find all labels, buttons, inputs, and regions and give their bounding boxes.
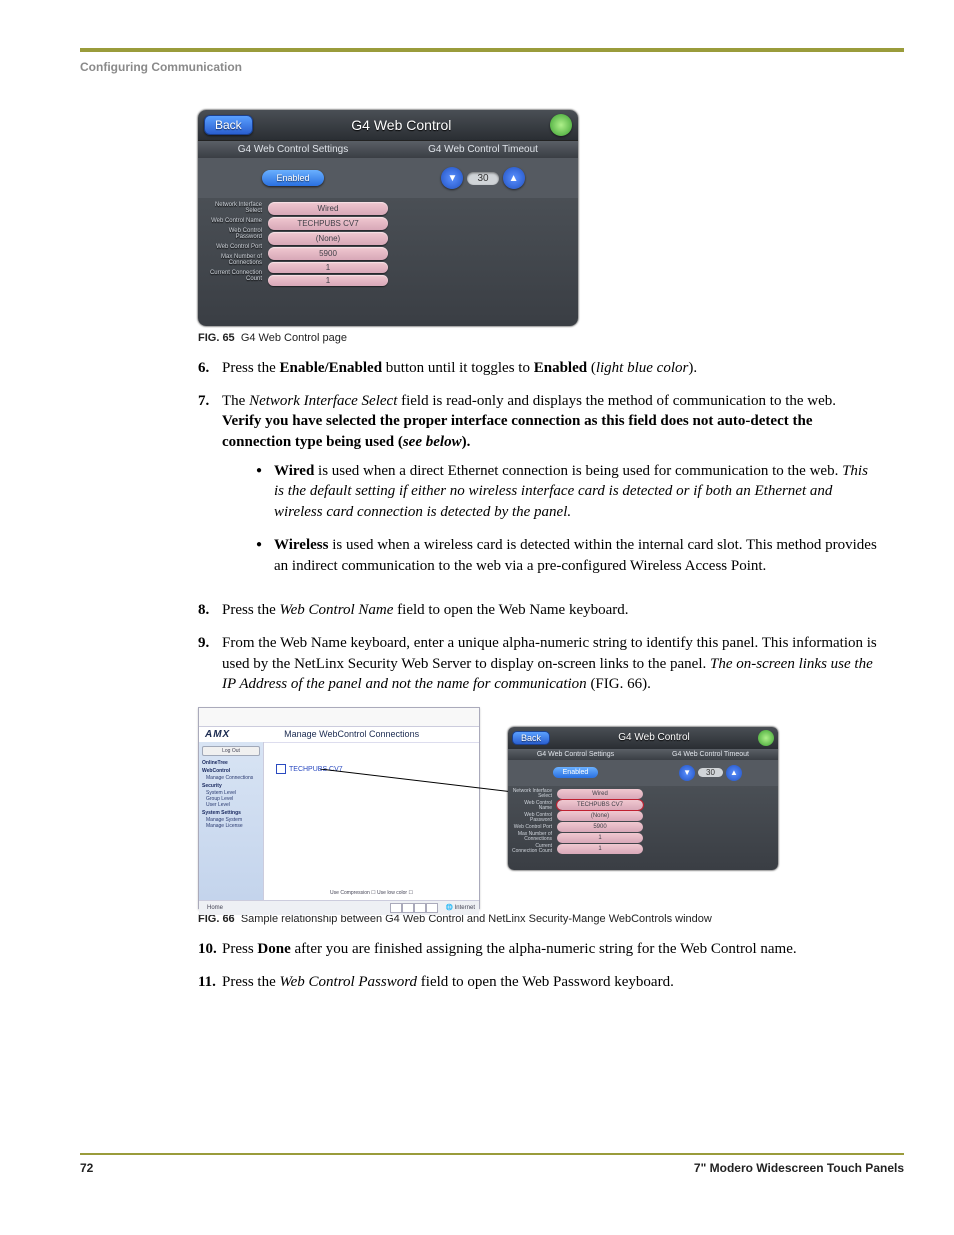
timeout-value: 30: [467, 172, 498, 185]
header-rule: [80, 48, 904, 52]
amx-logo-text: AMX: [205, 729, 230, 740]
nav-item-user-level[interactable]: User Level: [206, 802, 260, 808]
field-current-connections: 1: [268, 275, 388, 286]
compression-options[interactable]: Use Compression ☐ Use low color ☐: [264, 890, 479, 896]
mini-amx-logo-icon: [758, 730, 774, 746]
mini-field-max[interactable]: 1: [557, 833, 643, 843]
fig65-fields: Wired TECHPUBS CV7 (None) 5900 1 1: [264, 198, 392, 326]
status-cells: [390, 903, 438, 913]
nav-item-manage-license[interactable]: Manage License: [206, 823, 260, 829]
enabled-button[interactable]: Enabled: [262, 170, 323, 186]
nav-group-webcontrol[interactable]: WebControl: [202, 768, 260, 774]
mini-timeout-value: 30: [698, 768, 723, 777]
fig65-titlebar: Back G4 Web Control: [198, 110, 578, 140]
step-11: 11. Press the Web Control Password field…: [198, 972, 878, 993]
mini-back-button[interactable]: Back: [512, 731, 550, 745]
label-web-control-name: Web Control Name: [202, 218, 262, 224]
section-header: Configuring Communication: [80, 60, 242, 74]
step-8: 8. Press the Web Control Name field to o…: [198, 600, 878, 621]
back-button[interactable]: Back: [204, 115, 253, 135]
status-home: Home: [207, 905, 223, 911]
fig65-body: Network Interface Select Web Control Nam…: [198, 198, 578, 326]
nav-group-security[interactable]: Security: [202, 783, 260, 789]
fig65-tabs: G4 Web Control Settings G4 Web Control T…: [198, 140, 578, 158]
fig65-caption: FIG. 65 G4 Web Control page: [198, 332, 878, 344]
mini-field-port[interactable]: 5900: [557, 822, 643, 832]
tab-timeout[interactable]: G4 Web Control Timeout: [388, 140, 578, 158]
nav-group-system[interactable]: System Settings: [202, 810, 260, 816]
label-web-control-password: Web Control Password: [202, 228, 262, 240]
mini-field-name[interactable]: TECHPUBS CV7: [557, 800, 643, 810]
fig65-panel: Back G4 Web Control G4 Web Control Setti…: [198, 110, 578, 326]
fig66-composite: AMX Manage WebControl Connections Log Ou…: [198, 707, 778, 907]
label-network-interface: Network Interface Select: [202, 202, 262, 214]
mini-timeout-increase[interactable]: ▲: [726, 765, 742, 781]
label-max-connections: Max Number of Connections: [202, 254, 262, 266]
mini-tab-timeout[interactable]: G4 Web Control Timeout: [643, 749, 778, 760]
amx-logo-icon: [550, 114, 572, 136]
step-7: 7. The Network Interface Select field is…: [198, 391, 878, 589]
amx-pane: TECHPUBS CV7 Use Compression ☐ Use low c…: [263, 742, 479, 900]
status-internet: 🌐 Internet: [446, 904, 476, 911]
footer-doc-title: 7" Modero Widescreen Touch Panels: [694, 1161, 904, 1175]
mini-timeout-decrease[interactable]: ▼: [679, 765, 695, 781]
mini-field-current: 1: [557, 844, 643, 854]
fig65-labels: Network Interface Select Web Control Nam…: [198, 198, 264, 326]
nav-item-manage-connections[interactable]: Manage Connections: [206, 775, 260, 781]
timeout-decrease-button[interactable]: ▼: [441, 167, 463, 189]
bullet-wired: Wired is used when a direct Ethernet con…: [256, 461, 878, 523]
logout-button[interactable]: Log Out: [202, 746, 260, 756]
mini-enabled-button[interactable]: Enabled: [553, 767, 599, 778]
field-web-control-name[interactable]: TECHPUBS CV7: [268, 217, 388, 230]
steps-list: 6. Press the Enable/Enabled button until…: [198, 358, 878, 695]
step-10: 10. Press Done after you are finished as…: [198, 939, 878, 960]
steps-list-2: 10. Press Done after you are finished as…: [198, 939, 878, 992]
field-web-control-password[interactable]: (None): [268, 232, 388, 245]
mini-field-interface: Wired: [557, 789, 643, 799]
field-web-control-port[interactable]: 5900: [268, 247, 388, 260]
amx-statusbar: Home 🌐 Internet: [199, 900, 479, 915]
amx-title: Manage WebControl Connections: [230, 729, 473, 739]
mini-title: G4 Web Control: [550, 732, 758, 743]
tab-settings[interactable]: G4 Web Control Settings: [198, 140, 388, 158]
page: { "header": { "section": "Configuring Co…: [0, 0, 954, 1235]
page-number: 72: [80, 1161, 93, 1175]
main-content: Back G4 Web Control G4 Web Control Setti…: [198, 110, 878, 1004]
fig66-mini-panel: Back G4 Web Control G4 Web Control Setti…: [508, 727, 778, 870]
amx-window: AMX Manage WebControl Connections Log Ou…: [198, 707, 480, 909]
fig65-title: G4 Web Control: [253, 117, 550, 133]
amx-main: Log Out OnlineTree WebControl Manage Con…: [199, 742, 479, 900]
field-max-connections[interactable]: 1: [268, 262, 388, 273]
amx-browser-chrome: [199, 708, 479, 727]
bullet-wireless: Wireless is used when a wireless card is…: [256, 535, 878, 576]
label-current-connections: Current Connection Count: [202, 270, 262, 282]
field-network-interface: Wired: [268, 202, 388, 215]
mini-tab-settings[interactable]: G4 Web Control Settings: [508, 749, 643, 760]
fig65-control-row: Enabled ▼ 30 ▲: [198, 158, 578, 198]
panel-link[interactable]: TECHPUBS CV7: [276, 764, 343, 774]
label-web-control-port: Web Control Port: [202, 244, 262, 250]
step-9: 9. From the Web Name keyboard, enter a u…: [198, 633, 878, 695]
footer-rule: [80, 1153, 904, 1155]
timeout-increase-button[interactable]: ▲: [503, 167, 525, 189]
step-6: 6. Press the Enable/Enabled button until…: [198, 358, 878, 379]
amx-header: AMX Manage WebControl Connections: [199, 727, 479, 742]
bullets: Wired is used when a direct Ethernet con…: [256, 461, 878, 576]
mini-field-password[interactable]: (None): [557, 811, 643, 821]
nav-group-online[interactable]: OnlineTree: [202, 760, 260, 766]
amx-sidebar: Log Out OnlineTree WebControl Manage Con…: [199, 742, 263, 900]
